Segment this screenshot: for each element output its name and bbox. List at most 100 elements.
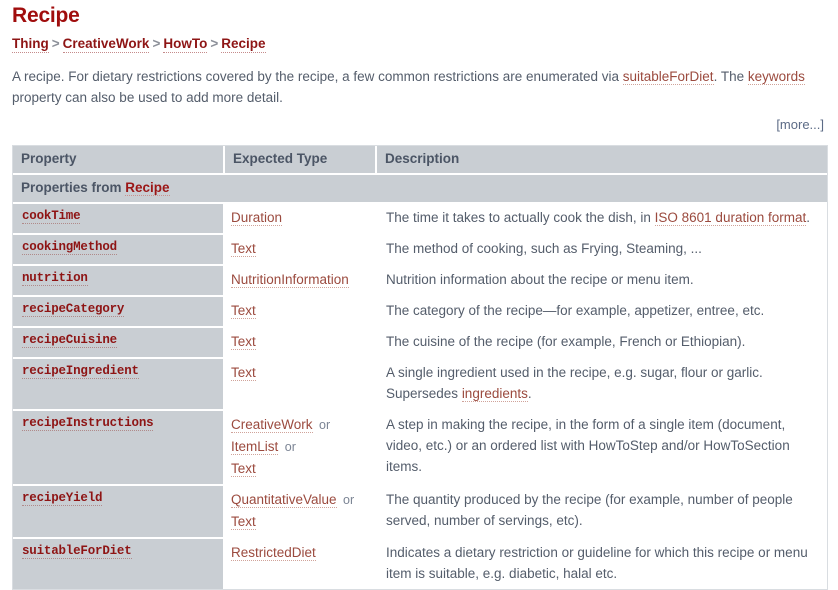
expected-type-cell: RestrictedDiet bbox=[225, 537, 377, 589]
table-row: cookTime Duration The time it takes to act… bbox=[13, 202, 827, 233]
table-header-row: Property Expected Type Description bbox=[13, 146, 827, 173]
description-cell: The category of the recipe—for example, … bbox=[377, 295, 827, 326]
table-body: Properties from Recipe cookTime Duration Th… bbox=[13, 173, 827, 589]
table-row: recipeCategory Text The category of the re… bbox=[13, 295, 827, 326]
table-row: suitableForDiet RestrictedDiet Indicates a… bbox=[13, 537, 827, 589]
property-cell: recipeInstructions bbox=[13, 409, 225, 484]
expected-type-line: RestrictedDiet bbox=[231, 542, 371, 563]
expected-type-cell: Duration bbox=[225, 202, 377, 233]
expected-type-cell: QuantitativeValue or Text bbox=[225, 484, 377, 537]
property-link-cookingmethod[interactable]: cookingMethod bbox=[22, 240, 117, 255]
property-link-recipeinstructions[interactable]: recipeInstructions bbox=[22, 416, 154, 431]
description-cell-link[interactable]: ISO 8601 duration format bbox=[654, 210, 807, 226]
property-link-recipeyield[interactable]: recipeYield bbox=[22, 491, 103, 506]
type-or-label: or bbox=[281, 440, 296, 454]
type-link-duration[interactable]: Duration bbox=[231, 210, 283, 226]
description-link-suitablefordiet[interactable]: suitableForDiet bbox=[622, 69, 714, 85]
description-cell-text: Indicates a dietary restriction or guide… bbox=[386, 545, 808, 581]
breadcrumb: Thing > CreativeWork > HowTo > Recipe bbox=[12, 36, 826, 53]
description-cell-text: . bbox=[527, 386, 532, 401]
description-link-keywords[interactable]: keywords bbox=[747, 69, 805, 85]
expected-type-line: Text bbox=[231, 458, 371, 479]
property-cell-inner: cookingMethod bbox=[13, 235, 223, 260]
column-header-description: Description bbox=[377, 146, 827, 173]
breadcrumb-link-howto[interactable]: HowTo bbox=[163, 36, 208, 53]
type-description: A recipe. For dietary restrictions cover… bbox=[12, 66, 826, 108]
description-cell: The cuisine of the recipe (for example, … bbox=[377, 326, 827, 357]
table-row: nutrition NutritionInformation Nutrition i… bbox=[13, 264, 827, 295]
property-cell-inner: nutrition bbox=[13, 266, 223, 291]
expected-type-line: Text bbox=[231, 511, 371, 532]
description-cell: Indicates a dietary restriction or guide… bbox=[377, 537, 827, 589]
description-cell-text: A single ingredient used in the recipe, … bbox=[386, 365, 763, 401]
type-link-text[interactable]: Text bbox=[231, 365, 256, 381]
more-link[interactable]: [more...] bbox=[776, 117, 824, 132]
table-row: recipeCuisine Text The cuisine of the reci… bbox=[13, 326, 827, 357]
expected-type-line: Text bbox=[231, 331, 371, 352]
expected-type-line: CreativeWork or bbox=[231, 414, 371, 436]
type-link-text[interactable]: Text bbox=[231, 241, 256, 257]
property-link-recipeingredient[interactable]: recipeIngredient bbox=[22, 364, 139, 379]
more-row: [more...] bbox=[12, 116, 826, 134]
breadcrumb-separator: > bbox=[51, 36, 60, 51]
expected-type-cell: Text bbox=[225, 326, 377, 357]
type-link-text[interactable]: Text bbox=[231, 461, 256, 477]
breadcrumb-link-creativework[interactable]: CreativeWork bbox=[62, 36, 150, 53]
breadcrumb-separator: > bbox=[210, 36, 219, 51]
property-link-nutrition[interactable]: nutrition bbox=[22, 271, 88, 286]
expected-type-cell: Text bbox=[225, 357, 377, 409]
expected-type-cell: Text bbox=[225, 295, 377, 326]
breadcrumb-link-recipe[interactable]: Recipe bbox=[221, 36, 266, 53]
properties-table: Property Expected Type Description Prope… bbox=[12, 145, 828, 590]
column-header-property: Property bbox=[13, 146, 225, 173]
description-cell-text: The cuisine of the recipe (for example, … bbox=[386, 334, 746, 349]
type-link-text[interactable]: Text bbox=[231, 334, 256, 350]
breadcrumb-separator: > bbox=[152, 36, 161, 51]
description-text: . The bbox=[713, 69, 748, 84]
description-cell-text: The method of cooking, such as Frying, S… bbox=[386, 241, 702, 256]
table-section-label: Properties from Recipe bbox=[13, 173, 827, 202]
table-row: recipeYield QuantitativeValue or Text The q… bbox=[13, 484, 827, 537]
description-cell: A single ingredient used in the recipe, … bbox=[377, 357, 827, 409]
type-link-nutritioninformation[interactable]: NutritionInformation bbox=[231, 272, 349, 288]
type-link-itemlist[interactable]: ItemList bbox=[231, 439, 279, 455]
property-cell: cookTime bbox=[13, 202, 225, 233]
breadcrumb-link-thing[interactable]: Thing bbox=[12, 36, 49, 53]
property-cell: suitableForDiet bbox=[13, 537, 225, 589]
property-cell: recipeIngredient bbox=[13, 357, 225, 409]
description-cell-link[interactable]: ingredients bbox=[461, 386, 528, 402]
type-link-creativework[interactable]: CreativeWork bbox=[231, 417, 313, 433]
property-cell-inner: recipeYield bbox=[13, 486, 223, 511]
type-link-restricteddiet[interactable]: RestrictedDiet bbox=[231, 545, 316, 561]
expected-type-line: QuantitativeValue or bbox=[231, 489, 371, 511]
type-link-quantitativevalue[interactable]: QuantitativeValue bbox=[231, 492, 337, 508]
property-link-suitablefordiet[interactable]: suitableForDiet bbox=[22, 544, 132, 559]
property-link-recipecuisine[interactable]: recipeCuisine bbox=[22, 333, 117, 348]
description-text: property can also be used to add more de… bbox=[12, 90, 283, 105]
expected-type-cell: NutritionInformation bbox=[225, 264, 377, 295]
description-cell: The time it takes to actually cook the d… bbox=[377, 202, 827, 233]
property-cell-inner: recipeCategory bbox=[13, 297, 223, 322]
property-cell-inner: recipeIngredient bbox=[13, 359, 223, 384]
description-cell: A step in making the recipe, in the form… bbox=[377, 409, 827, 484]
table-head: Property Expected Type Description bbox=[13, 146, 827, 173]
section-label-link[interactable]: Recipe bbox=[125, 180, 170, 196]
description-cell: The method of cooking, such as Frying, S… bbox=[377, 233, 827, 264]
table-row: recipeIngredient Text A single ingredient … bbox=[13, 357, 827, 409]
property-cell: nutrition bbox=[13, 264, 225, 295]
type-link-text[interactable]: Text bbox=[231, 514, 256, 530]
property-cell: recipeCategory bbox=[13, 295, 225, 326]
description-cell: Nutrition information about the recipe o… bbox=[377, 264, 827, 295]
property-cell: recipeCuisine bbox=[13, 326, 225, 357]
column-header-expected-type: Expected Type bbox=[225, 146, 377, 173]
property-cell-inner: cookTime bbox=[13, 204, 223, 229]
property-cell: recipeYield bbox=[13, 484, 225, 537]
expected-type-cell: CreativeWork or ItemList or Text bbox=[225, 409, 377, 484]
property-link-recipecategory[interactable]: recipeCategory bbox=[22, 302, 124, 317]
expected-type-line: Text bbox=[231, 362, 371, 383]
description-cell-text: A step in making the recipe, in the form… bbox=[386, 417, 790, 474]
type-or-label: or bbox=[339, 493, 355, 507]
property-link-cooktime[interactable]: cookTime bbox=[22, 209, 81, 224]
table-section-row: Properties from Recipe bbox=[13, 173, 827, 202]
type-link-text[interactable]: Text bbox=[231, 303, 256, 319]
